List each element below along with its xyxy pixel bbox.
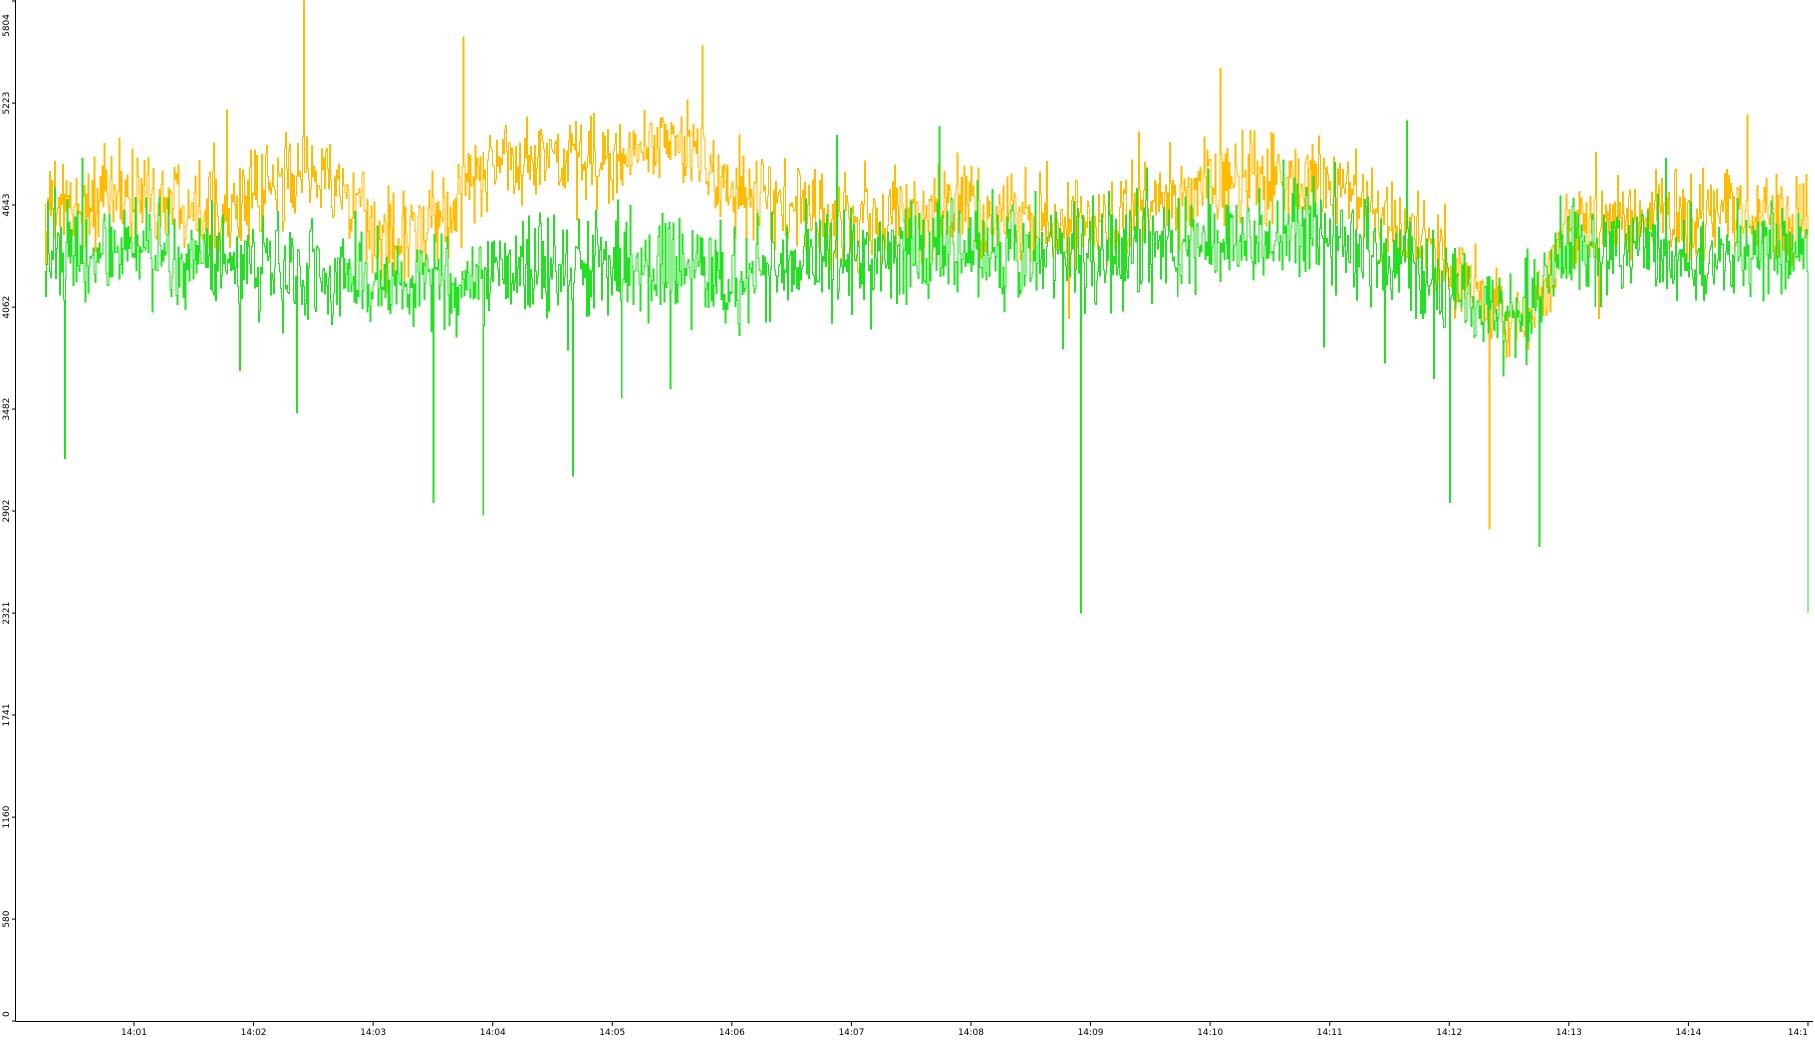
y-tick-label: 4643	[2, 194, 12, 217]
x-tick-label: 14:05	[599, 1028, 625, 1038]
x-tick-label: 14:13	[1556, 1028, 1582, 1038]
chart-area: 0 580 1160 1741 2321 2902 3482 4062 4643 5223 5804…	[0, 0, 1815, 1039]
x-tick-label: 14:07	[838, 1028, 864, 1038]
x-tick-label: 14:08	[958, 1028, 984, 1038]
x-tick-label: 14:10	[1197, 1028, 1223, 1038]
x-tick-label: 14:09	[1078, 1028, 1104, 1038]
x-tick-label: 14:14	[1675, 1028, 1701, 1038]
y-tick-label: 2321	[2, 602, 12, 625]
y-tick-label: 3482	[2, 398, 12, 421]
x-tick-label: 14:03	[360, 1028, 386, 1038]
x-tick-label: 14:12	[1436, 1028, 1462, 1038]
y-tick-label: 0	[2, 1011, 12, 1017]
chart-background	[0, 0, 1815, 1039]
y-tick-label: 5223	[2, 92, 12, 115]
y-tick-label: 5804	[2, 14, 12, 37]
x-tick-label: 14:1	[1788, 1028, 1808, 1038]
x-tick-label: 14:02	[241, 1028, 267, 1038]
y-tick-label: 1741	[2, 704, 12, 727]
y-tick-label: 1160	[2, 805, 12, 828]
chart-svg: 0 580 1160 1741 2321 2902 3482 4062 4643 5223 5804…	[0, 0, 1815, 1039]
x-tick-label: 14:01	[121, 1028, 147, 1038]
y-tick-label: 580	[2, 910, 12, 927]
x-tick-label: 14:06	[719, 1028, 745, 1038]
y-tick-label: 4062	[2, 296, 12, 319]
x-tick-label: 14:04	[480, 1028, 506, 1038]
y-tick-label: 2902	[2, 500, 12, 523]
x-tick-label: 14:11	[1317, 1028, 1343, 1038]
